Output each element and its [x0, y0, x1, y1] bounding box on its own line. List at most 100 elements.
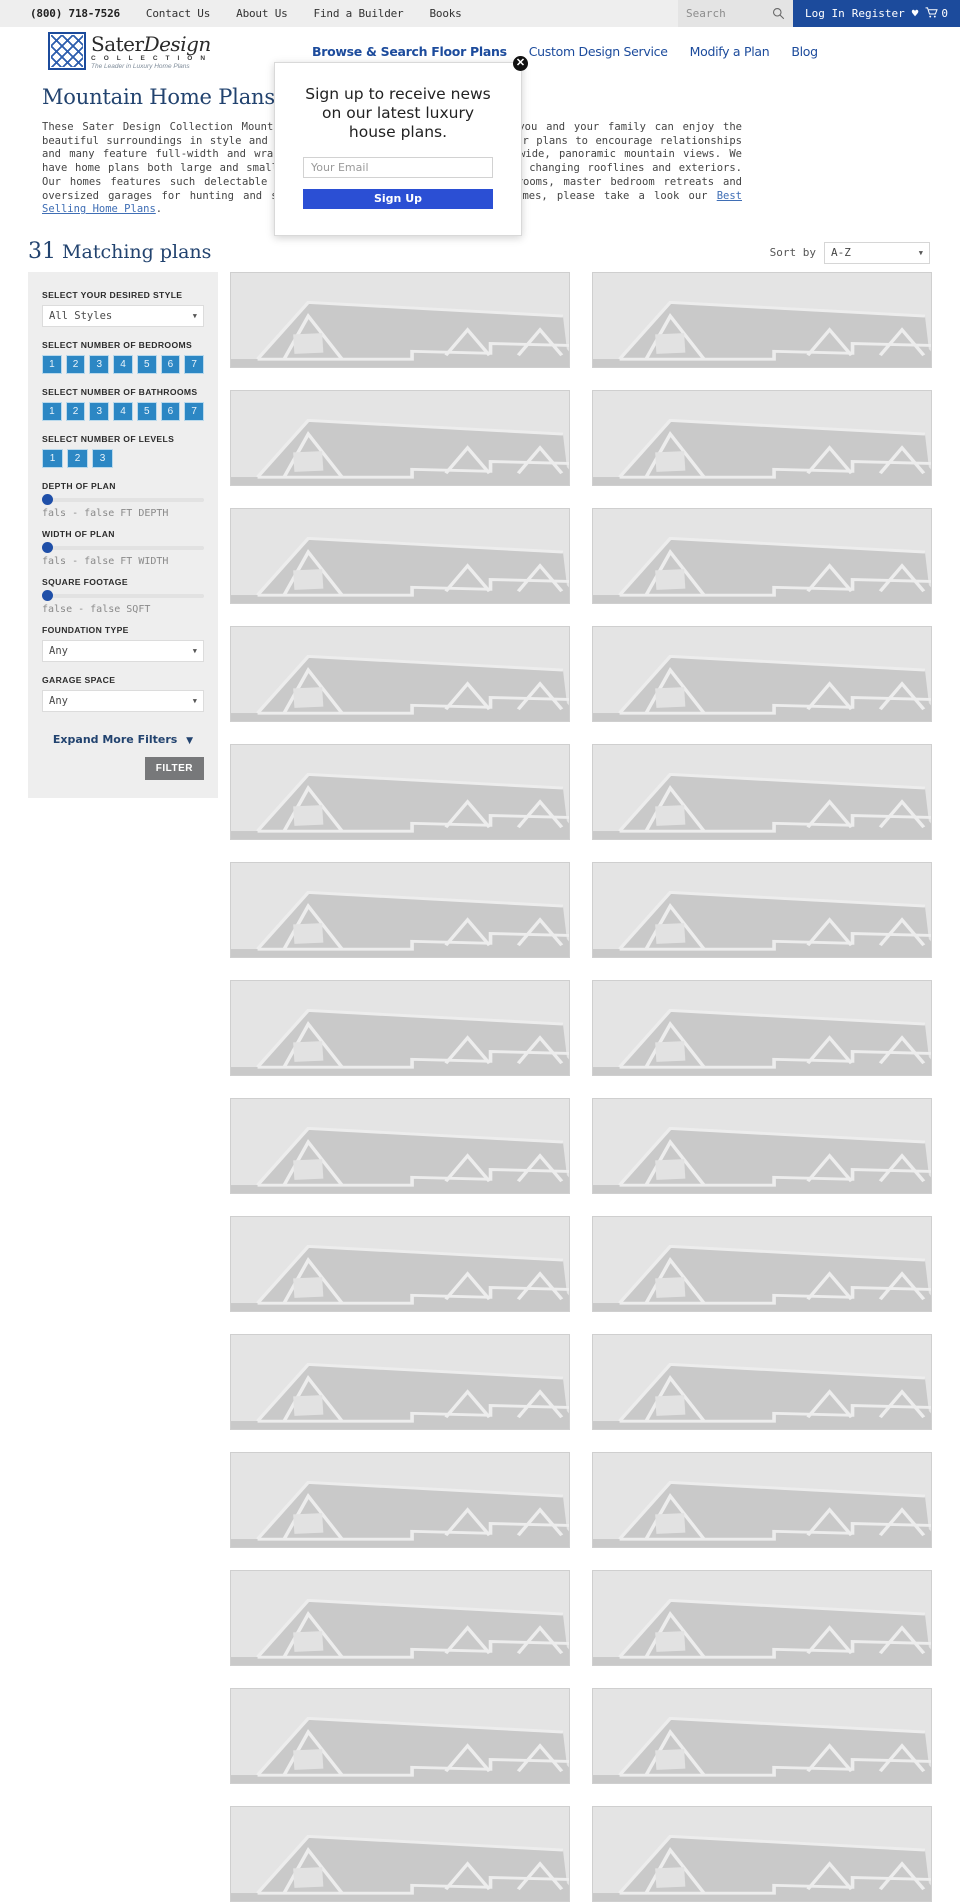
- plan-card[interactable]: [230, 979, 570, 1076]
- plan-card[interactable]: [592, 1333, 932, 1430]
- plan-card[interactable]: [592, 1097, 932, 1194]
- style-select[interactable]: All Styles ▼: [42, 304, 204, 327]
- close-icon[interactable]: ✕: [513, 56, 528, 71]
- bedrooms-options: 1 2 3 4 5 6 7: [42, 354, 205, 374]
- levels-option[interactable]: 1: [42, 448, 63, 468]
- expand-more-filters-row: Expand More Filters ▼: [42, 728, 204, 747]
- plan-card[interactable]: [592, 1687, 932, 1784]
- plan-card[interactable]: [230, 1097, 570, 1194]
- apply-filter-button[interactable]: FILTER: [144, 756, 204, 780]
- plan-card[interactable]: [230, 861, 570, 958]
- search-input[interactable]: [686, 7, 767, 20]
- nav-item-browse-search-floor-plans[interactable]: Browse & Search Floor Plans: [312, 44, 507, 59]
- foundation-filter-label: FOUNDATION TYPE: [42, 624, 129, 635]
- search-icon[interactable]: [772, 7, 785, 20]
- sqft-filter-label: SQUARE FOOTAGE: [42, 576, 128, 587]
- style-select-value: All Styles: [49, 309, 113, 322]
- plan-card[interactable]: [230, 389, 570, 486]
- plan-card[interactable]: [592, 389, 932, 486]
- bathrooms-options: 1 2 3 4 5 6 7: [42, 401, 205, 421]
- topbar-link-find-a-builder[interactable]: Find a Builder: [314, 7, 404, 20]
- nav-item-blog[interactable]: Blog: [791, 44, 818, 59]
- cart-button[interactable]: 0: [925, 6, 948, 21]
- log-in-link[interactable]: Log In: [805, 7, 845, 20]
- topbar-link-about-us[interactable]: About Us: [236, 7, 288, 20]
- nav-item-modify-a-plan[interactable]: Modify a Plan: [690, 44, 770, 59]
- search-box[interactable]: [678, 0, 794, 27]
- plan-card[interactable]: [230, 1215, 570, 1312]
- bedrooms-option[interactable]: 6: [160, 354, 181, 374]
- logo-collection-text: C O L L E C T I O N: [91, 54, 209, 62]
- sign-up-button[interactable]: Sign Up: [303, 188, 493, 209]
- topbar-link-contact-us[interactable]: Contact Us: [146, 7, 210, 20]
- width-slider[interactable]: [42, 542, 204, 554]
- plan-count-label: Matching plans: [62, 240, 212, 263]
- levels-filter-label: SELECT NUMBER OF LEVELS: [42, 433, 175, 444]
- plan-card[interactable]: [230, 1333, 570, 1430]
- levels-option[interactable]: 2: [67, 448, 88, 468]
- plan-card[interactable]: [592, 1805, 932, 1902]
- register-link[interactable]: Register: [852, 7, 905, 20]
- bedrooms-option[interactable]: 2: [65, 354, 86, 374]
- sqft-slider[interactable]: [42, 590, 204, 602]
- nav-item-custom-design-service[interactable]: Custom Design Service: [529, 44, 668, 59]
- modal-title: Sign up to receive news on our latest lu…: [305, 85, 491, 141]
- sort-select[interactable]: A-Z ▼: [824, 241, 930, 264]
- plan-card[interactable]: [592, 1215, 932, 1312]
- bathrooms-filter-label: SELECT NUMBER OF BATHROOMS: [42, 386, 198, 397]
- plan-card[interactable]: [230, 743, 570, 840]
- expand-more-filters-label: Expand More Filters: [52, 732, 178, 746]
- plan-card[interactable]: [592, 271, 932, 368]
- plan-card[interactable]: [230, 1569, 570, 1666]
- matching-plans-count: 31 Matching plans: [28, 239, 211, 264]
- bathrooms-option[interactable]: 1: [42, 401, 62, 421]
- bathrooms-option[interactable]: 2: [65, 401, 86, 421]
- width-range-text: fals - false FT WIDTH: [42, 555, 169, 567]
- expand-more-filters-button[interactable]: Expand More Filters ▼: [53, 733, 193, 746]
- plan-card[interactable]: [592, 1569, 932, 1666]
- plan-card[interactable]: [230, 271, 570, 368]
- sort-select-value: A-Z: [831, 246, 851, 260]
- bathrooms-option[interactable]: 7: [184, 401, 205, 421]
- sqft-range-text: false - false SQFT: [42, 603, 151, 615]
- bedrooms-option[interactable]: 1: [42, 354, 62, 374]
- chevron-down-icon: ▼: [918, 248, 923, 257]
- site-logo[interactable]: SaterDesign C O L L E C T I O N The Lead…: [48, 31, 211, 71]
- garage-select[interactable]: Any ▼: [42, 689, 204, 712]
- sort-control: Sort by A-Z ▼: [770, 241, 930, 264]
- email-field[interactable]: [303, 157, 493, 178]
- plan-card[interactable]: [230, 1805, 570, 1902]
- depth-filter: DEPTH OF PLAN fals - false FT DEPTH: [42, 481, 204, 519]
- plan-card[interactable]: [230, 625, 570, 722]
- main-content: SELECT YOUR DESIRED STYLE All Styles ▼ S…: [0, 271, 960, 1902]
- plan-card[interactable]: [592, 1451, 932, 1548]
- width-slider-knob[interactable]: [42, 542, 53, 554]
- plan-card[interactable]: [230, 507, 570, 604]
- bedrooms-option[interactable]: 4: [113, 354, 133, 374]
- depth-slider-knob[interactable]: [42, 494, 53, 506]
- plan-card[interactable]: [592, 743, 932, 840]
- plan-card[interactable]: [592, 507, 932, 604]
- width-filter-label: WIDTH OF PLAN: [42, 528, 115, 539]
- bedrooms-option[interactable]: 7: [184, 354, 205, 374]
- topbar-link-books[interactable]: Books: [429, 7, 461, 20]
- plan-card[interactable]: [230, 1687, 570, 1784]
- bathrooms-option[interactable]: 5: [136, 401, 157, 421]
- bathrooms-option[interactable]: 3: [89, 401, 110, 421]
- style-filter-label: SELECT YOUR DESIRED STYLE: [42, 289, 183, 300]
- cart-count: 0: [941, 7, 948, 20]
- plan-card[interactable]: [230, 1451, 570, 1548]
- plan-card[interactable]: [592, 979, 932, 1076]
- foundation-select[interactable]: Any ▼: [42, 639, 204, 662]
- depth-slider[interactable]: [42, 494, 204, 506]
- bathrooms-option[interactable]: 6: [160, 401, 181, 421]
- bedrooms-option[interactable]: 5: [136, 354, 157, 374]
- plan-card[interactable]: [592, 625, 932, 722]
- levels-option[interactable]: 3: [92, 448, 113, 468]
- plan-card[interactable]: [592, 861, 932, 958]
- bedrooms-option[interactable]: 3: [89, 354, 110, 374]
- heart-icon[interactable]: ♥: [912, 7, 919, 20]
- bathrooms-option[interactable]: 4: [113, 401, 133, 421]
- sqft-slider-knob[interactable]: [42, 590, 53, 602]
